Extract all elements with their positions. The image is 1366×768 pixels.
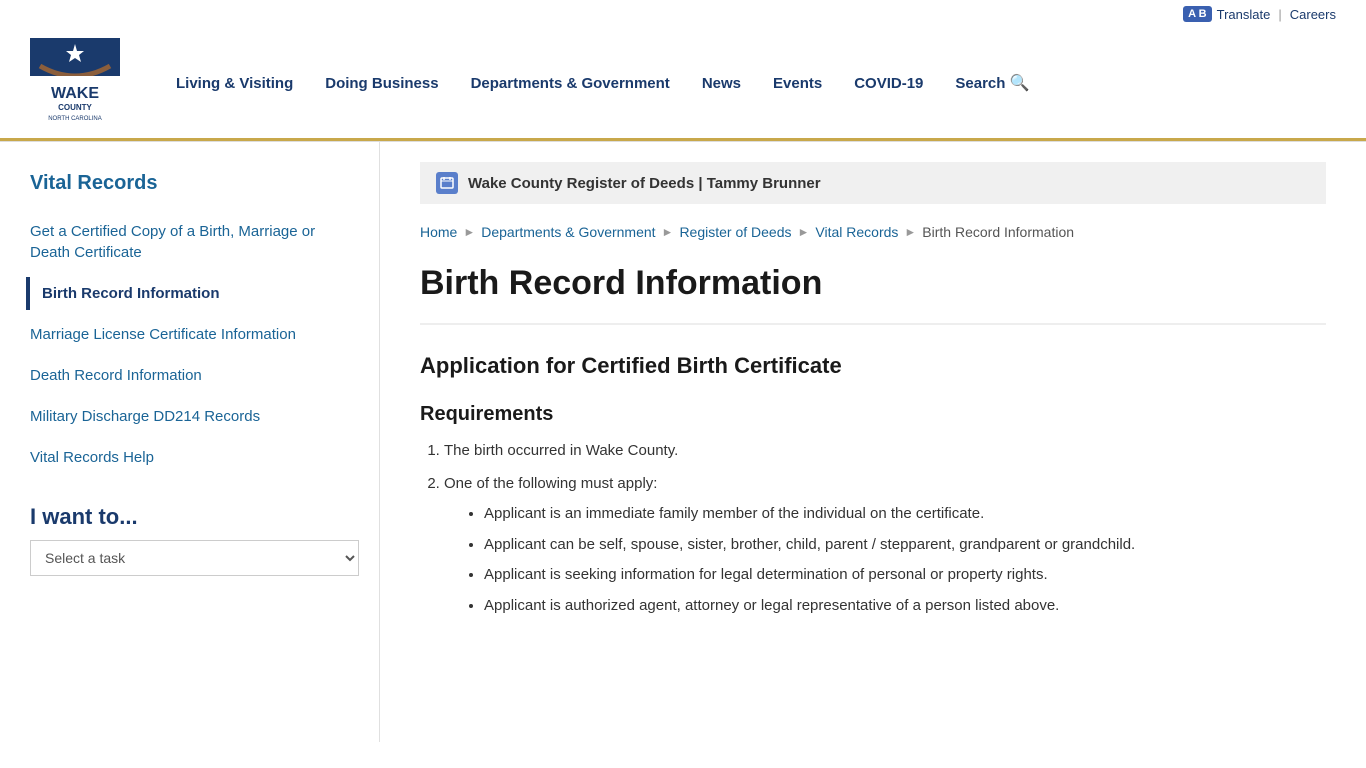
breadcrumb-departments[interactable]: Departments & Government <box>481 224 655 240</box>
main-container: Vital Records Get a Certified Copy of a … <box>0 142 1366 742</box>
breadcrumb-vital-records[interactable]: Vital Records <box>815 224 898 240</box>
nav-search-label: Search <box>955 75 1005 92</box>
requirement-item-2: One of the following must apply: Applica… <box>444 473 1326 618</box>
breadcrumb-sep-4: ► <box>904 225 916 239</box>
search-icon: 🔍 <box>1009 73 1029 93</box>
bullet-item-4: Applicant is authorized agent, attorney … <box>484 595 1326 618</box>
content-area: Wake County Register of Deeds | Tammy Br… <box>380 142 1366 742</box>
logo[interactable]: WAKE COUNTY NORTH CAROLINA <box>30 38 120 128</box>
breadcrumb-current: Birth Record Information <box>922 224 1074 240</box>
breadcrumb-sep-3: ► <box>798 225 810 239</box>
sidebar-link-group-certified: Get a Certified Copy of a Birth, Marriag… <box>30 215 359 269</box>
breadcrumb-home[interactable]: Home <box>420 224 457 240</box>
dept-banner-text: Wake County Register of Deeds | Tammy Br… <box>468 175 821 192</box>
breadcrumb-sep-1: ► <box>463 225 475 239</box>
nav-departments[interactable]: Departments & Government <box>455 67 686 100</box>
page-title: Birth Record Information <box>420 264 1326 325</box>
translate-badge: A B <box>1183 6 1212 22</box>
bullet-list: Applicant is an immediate family member … <box>444 503 1326 617</box>
sidebar: Vital Records Get a Certified Copy of a … <box>0 142 380 742</box>
sidebar-link-certified-copy[interactable]: Get a Certified Copy of a Birth, Marriag… <box>30 215 359 269</box>
nav-news[interactable]: News <box>686 67 757 100</box>
sidebar-link-marriage[interactable]: Marriage License Certificate Information <box>30 318 359 351</box>
nav-events[interactable]: Events <box>757 67 838 100</box>
sidebar-link-death[interactable]: Death Record Information <box>30 359 359 392</box>
breadcrumb-sep-2: ► <box>662 225 674 239</box>
nav-covid[interactable]: COVID-19 <box>838 67 939 100</box>
utility-bar: A B Translate | Careers <box>0 0 1366 28</box>
requirement-item-1: The birth occurred in Wake County. <box>444 440 1326 463</box>
translate-link[interactable]: Translate <box>1217 7 1271 22</box>
svg-text:WAKE: WAKE <box>51 85 99 102</box>
svg-text:NORTH CAROLINA: NORTH CAROLINA <box>48 116 102 122</box>
main-nav: Living & Visiting Doing Business Departm… <box>160 65 1336 101</box>
sidebar-link-group-marriage: Marriage License Certificate Information <box>30 318 359 351</box>
breadcrumb-register-of-deeds[interactable]: Register of Deeds <box>679 224 791 240</box>
dept-banner-icon <box>436 172 458 194</box>
breadcrumb: Home ► Departments & Government ► Regist… <box>420 224 1326 240</box>
sidebar-link-vital-help[interactable]: Vital Records Help <box>30 441 359 474</box>
sidebar-link-birth-record[interactable]: Birth Record Information <box>26 277 359 310</box>
bullet-item-2: Applicant can be self, spouse, sister, b… <box>484 534 1326 557</box>
careers-link[interactable]: Careers <box>1290 7 1336 22</box>
bullet-item-1: Applicant is an immediate family member … <box>484 503 1326 526</box>
sidebar-link-group-help: Vital Records Help <box>30 441 359 474</box>
sub-heading-requirements: Requirements <box>420 403 1326 426</box>
nav-search[interactable]: Search 🔍 <box>939 65 1045 101</box>
sidebar-title: Vital Records <box>30 172 359 195</box>
bullet-item-3: Applicant is seeking information for leg… <box>484 564 1326 587</box>
dept-banner: Wake County Register of Deeds | Tammy Br… <box>420 162 1326 204</box>
requirements-list: The birth occurred in Wake County. One o… <box>420 440 1326 617</box>
logo-area[interactable]: WAKE COUNTY NORTH CAROLINA <box>30 38 120 128</box>
nav-doing-business[interactable]: Doing Business <box>309 67 454 100</box>
sidebar-link-group-birth: Birth Record Information <box>30 277 359 310</box>
nav-living-visiting[interactable]: Living & Visiting <box>160 67 309 100</box>
separator: | <box>1278 7 1281 22</box>
sidebar-link-military[interactable]: Military Discharge DD214 Records <box>30 400 359 433</box>
i-want-title: I want to... <box>30 504 359 530</box>
i-want-select[interactable]: Select a task <box>30 540 359 576</box>
section-heading-application: Application for Certified Birth Certific… <box>420 353 1326 379</box>
svg-text:COUNTY: COUNTY <box>58 103 92 112</box>
sidebar-link-group-military: Military Discharge DD214 Records <box>30 400 359 433</box>
sidebar-link-group-death: Death Record Information <box>30 359 359 392</box>
i-want-section: I want to... Select a task <box>30 504 359 576</box>
header: WAKE COUNTY NORTH CAROLINA Living & Visi… <box>0 28 1366 141</box>
